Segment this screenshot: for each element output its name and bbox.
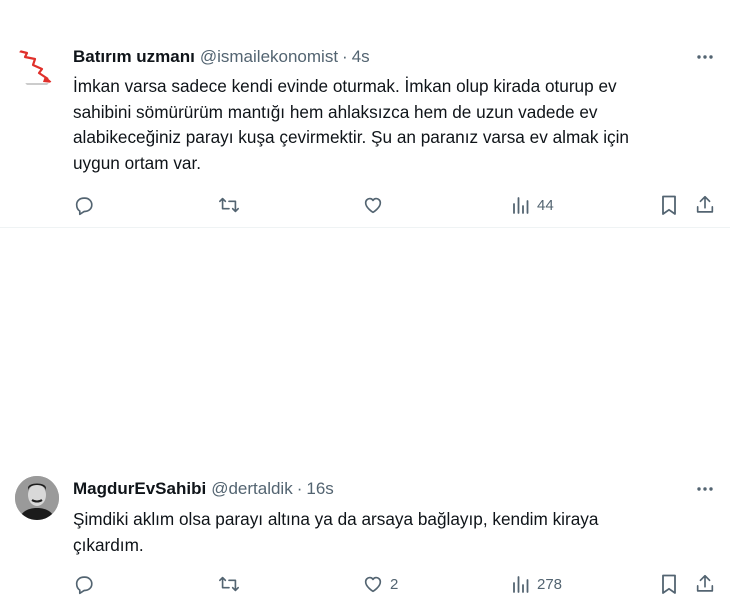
more-icon xyxy=(697,55,713,59)
action-bar: 44 xyxy=(0,193,730,217)
like-button[interactable] xyxy=(362,193,390,217)
share-button[interactable] xyxy=(694,193,716,217)
bookmark-button[interactable] xyxy=(659,193,679,217)
views-icon xyxy=(513,197,529,214)
like-button[interactable]: 2 xyxy=(362,572,398,596)
more-options-button[interactable] xyxy=(694,478,716,500)
separator: · xyxy=(296,479,303,498)
views-button[interactable]: 278 xyxy=(511,572,562,596)
retweet-icon xyxy=(219,197,239,213)
more-icon xyxy=(697,487,713,491)
share-button[interactable] xyxy=(694,572,716,596)
tweet-text-line: Şimdiki aklım olsa parayı altına ya da a… xyxy=(73,509,599,529)
tweet[interactable]: Batırım uzmanı @ismailekonomist · 4s İmk… xyxy=(0,0,730,228)
author-handle[interactable]: @dertaldik xyxy=(211,479,293,499)
reply-icon xyxy=(75,576,93,595)
tweet[interactable]: MagdurEvSahibi @dertaldik · 16s Şimdiki … xyxy=(0,228,730,595)
avatar[interactable] xyxy=(15,43,59,87)
reply-button[interactable] xyxy=(73,193,95,217)
reply-icon xyxy=(75,197,93,216)
share-icon xyxy=(696,574,714,592)
retweet-button[interactable] xyxy=(217,193,241,217)
timestamp[interactable]: 16s xyxy=(306,479,333,499)
views-count: 44 xyxy=(537,196,554,214)
author-handle[interactable]: @ismailekonomist xyxy=(200,47,338,67)
like-icon xyxy=(364,576,382,593)
views-button[interactable]: 44 xyxy=(511,193,554,217)
like-icon xyxy=(364,197,382,214)
share-icon xyxy=(696,195,714,213)
tweet-text: Şimdiki aklım olsa parayı altına ya da a… xyxy=(73,507,713,558)
views-icon xyxy=(513,576,529,593)
falling-chart-logo xyxy=(18,49,56,85)
bookmark-icon xyxy=(662,574,676,594)
portrait-photo xyxy=(15,476,59,520)
retweet-button[interactable] xyxy=(217,572,241,596)
tweet-text: İmkan varsa sadece kendi evinde oturmak.… xyxy=(73,74,713,176)
separator: · xyxy=(342,47,348,66)
tweet-text-line: uygun ortam var. xyxy=(73,152,202,173)
author-name[interactable]: Batırım uzmanı xyxy=(73,47,195,67)
retweet-icon xyxy=(219,576,239,592)
action-bar: 2 278 xyxy=(0,572,730,596)
avatar[interactable] xyxy=(15,476,59,520)
tweet-text-line: çıkardım. xyxy=(73,534,144,555)
tweet-text-line: sahibini sömürürüm mantığı hem ahlaksızc… xyxy=(73,101,598,122)
author-name[interactable]: MagdurEvSahibi xyxy=(73,479,206,499)
tweet-text-line: İmkan varsa sadece kendi evinde oturmak.… xyxy=(73,76,617,96)
tweet-header: Batırım uzmanı @ismailekonomist · 4s xyxy=(73,47,370,67)
reply-button[interactable] xyxy=(73,572,95,596)
bookmark-icon xyxy=(662,195,676,215)
like-count: 2 xyxy=(390,575,399,593)
tweet-text-line: alabikeceğiniz parayı kuşa çevirmektir. … xyxy=(73,127,629,147)
views-count: 278 xyxy=(537,575,563,593)
bookmark-button[interactable] xyxy=(659,572,679,596)
timestamp[interactable]: 4s xyxy=(352,47,370,67)
more-options-button[interactable] xyxy=(694,46,716,68)
tweet-header: MagdurEvSahibi @dertaldik · 16s xyxy=(73,479,334,499)
